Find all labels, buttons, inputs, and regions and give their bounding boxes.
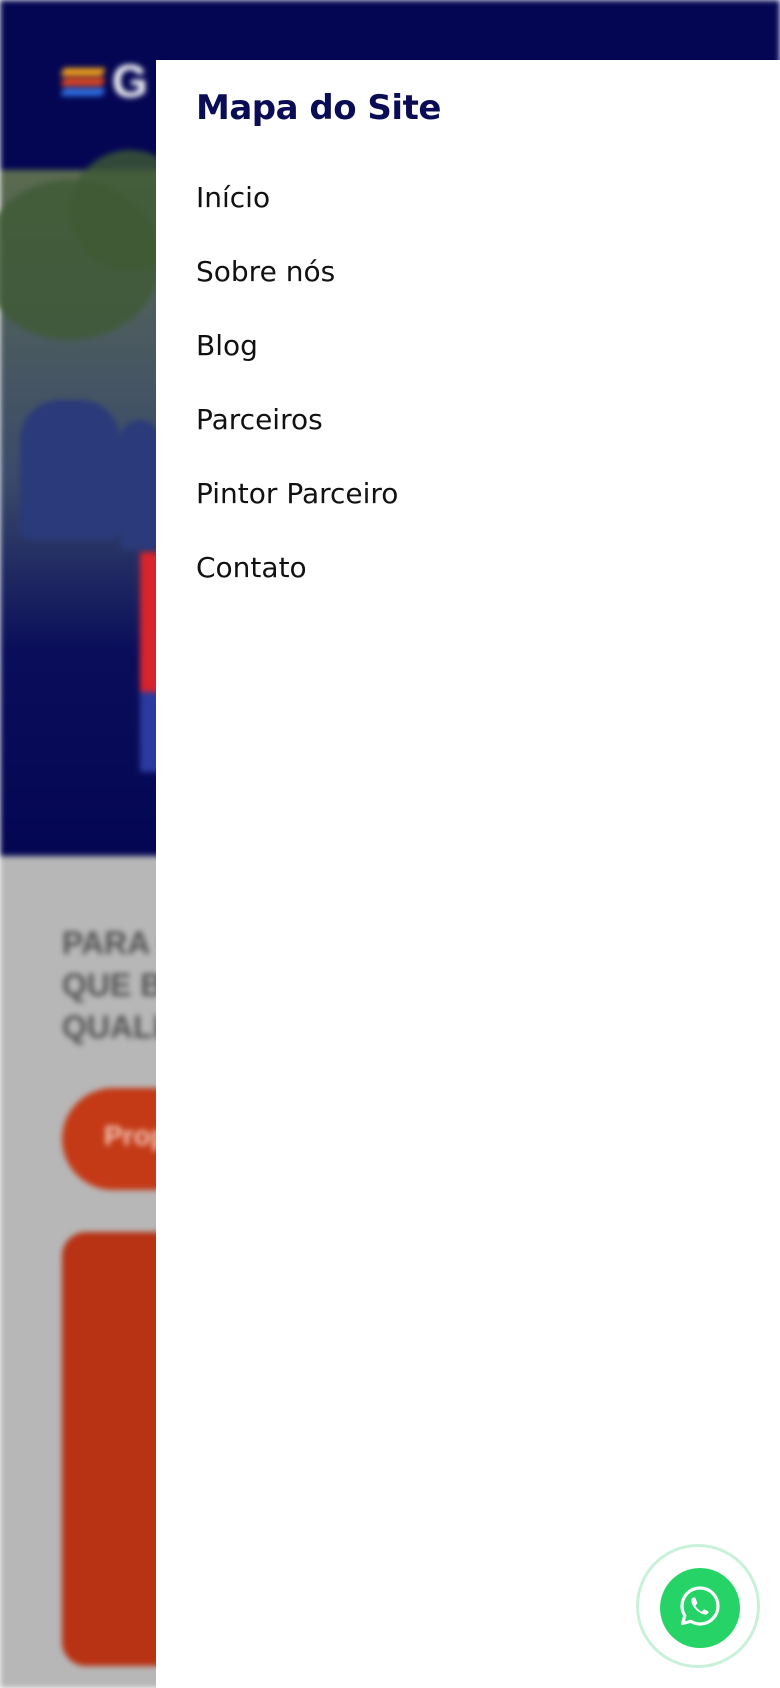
nav-item-pintor-parceiro[interactable]: Pintor Parceiro — [196, 474, 398, 548]
nav-item-parceiros[interactable]: Parceiros — [196, 400, 398, 474]
site-map-list: Início Sobre nós Blog Parceiros Pintor P… — [196, 178, 398, 622]
logo-stripe-red — [60, 78, 106, 86]
whatsapp-button[interactable] — [660, 1568, 740, 1648]
person-shape — [20, 400, 120, 540]
drawer-title: Mapa do Site — [196, 88, 441, 128]
nav-item-contato[interactable]: Contato — [196, 548, 398, 622]
nav-item-inicio[interactable]: Início — [196, 178, 398, 252]
person-shape — [120, 420, 160, 550]
logo-stripe-yellow — [60, 68, 106, 76]
whatsapp-icon — [676, 1582, 724, 1635]
site-map-drawer: Mapa do Site Início Sobre nós Blog Parce… — [156, 60, 780, 1688]
nav-item-sobre-nos[interactable]: Sobre nós — [196, 252, 398, 326]
page: G PARA O QUE B QUALI Prop Mapa do Site I… — [0, 0, 780, 1688]
nav-item-blog[interactable]: Blog — [196, 326, 398, 400]
logo-stripe-blue — [60, 88, 106, 96]
logo-letter: G — [112, 55, 148, 107]
